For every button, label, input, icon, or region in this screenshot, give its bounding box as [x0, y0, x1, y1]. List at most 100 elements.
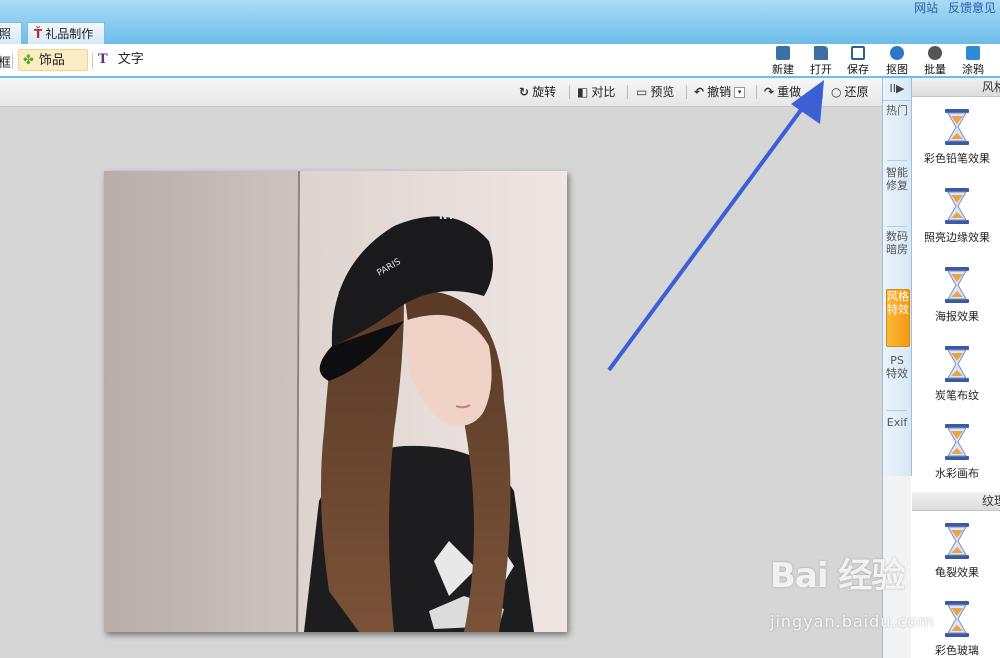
main-toolbar: 框 ✤ 饰品 T 文字 新建 打开 保存 抠图 批量 涂鸦 [0, 44, 1000, 78]
text-button[interactable]: T 文字 [98, 49, 144, 71]
effect-label: 炭笔布纹 [935, 389, 979, 402]
hourglass-icon [945, 188, 969, 224]
gear-icon [928, 46, 942, 60]
text-label: 文字 [117, 52, 144, 67]
cutout-icon [890, 46, 904, 60]
top-links: 网站 反馈意见 [908, 0, 996, 16]
rotate-icon: ↻ [519, 85, 530, 99]
doodle-label: 涂鸦 [962, 63, 984, 76]
effect-craquelure[interactable]: 龟裂效果 [912, 522, 1000, 580]
compare-button[interactable]: ◧ 对比 [577, 84, 615, 100]
folder-icon [814, 46, 828, 60]
open-label: 打开 [810, 63, 832, 76]
text-t-icon: T [98, 52, 108, 67]
subbar-divider [686, 85, 687, 99]
undo-button[interactable]: ↶ 撤销 ▾ [694, 84, 746, 100]
restore-label: 还原 [844, 85, 869, 99]
hourglass-icon [945, 346, 969, 382]
tab-divider [887, 226, 907, 227]
redo-icon: ↷ [764, 85, 775, 99]
compare-label: 对比 [591, 85, 616, 99]
tab-ps-effects[interactable]: PS特效 [886, 354, 908, 406]
effect-label: 水彩画布 [935, 467, 979, 480]
effect-label: 彩色玻璃 [935, 644, 979, 657]
effect-glowing-edges[interactable]: 照亮边缘效果 [912, 187, 1000, 245]
svg-text:NY: NY [439, 211, 455, 222]
hourglass-icon [945, 523, 969, 559]
website-link[interactable]: 网站 [914, 1, 938, 15]
effects-category-tabs: II▶ 热门 智能修复 数码暗房 风格特效 PS特效 Exif [883, 78, 912, 476]
tab-smart-repair[interactable]: 智能修复 [886, 166, 908, 222]
section-texture-header: 纹理 [912, 492, 1000, 511]
batch-button[interactable]: 批量 [917, 46, 953, 77]
tab-style-effects[interactable]: 风格特效 [886, 289, 910, 347]
preview-icon: ▭ [636, 85, 648, 99]
hourglass-icon [945, 109, 969, 145]
rotate-label: 旋转 [532, 85, 557, 99]
feedback-link[interactable]: 反馈意见 [948, 1, 996, 15]
subbar-divider [627, 85, 628, 99]
effect-label: 海报效果 [935, 310, 979, 323]
baidu-watermark: Bai 经验 jingyan.baidu.com [770, 548, 934, 631]
hourglass-icon [945, 267, 969, 303]
photo-image: PARIS NY [104, 171, 567, 632]
effect-label: 龟裂效果 [935, 566, 979, 579]
toolbar-divider [12, 53, 13, 69]
new-button[interactable]: 新建 [765, 46, 801, 77]
effect-watercolor-canvas[interactable]: 水彩画布 [912, 423, 1000, 481]
compare-icon: ◧ [577, 85, 589, 99]
redo-label: 重做 [777, 85, 802, 99]
edited-photo[interactable]: PARIS NY [104, 171, 567, 632]
hourglass-icon [945, 601, 969, 637]
subbar-divider [756, 85, 757, 99]
doodle-icon [966, 46, 980, 60]
cutout-button[interactable]: 抠图 [879, 46, 915, 77]
batch-label: 批量 [924, 63, 946, 76]
section-style-header: 风格 [912, 78, 1000, 97]
toolbar-divider [92, 53, 93, 69]
new-file-icon [776, 46, 790, 60]
watermark-brand: Bai 经验 [770, 556, 905, 596]
effect-color-pencil[interactable]: 彩色铅笔效果 [912, 108, 1000, 166]
gift-icon: Ť [34, 27, 43, 41]
image-toolbar: ↻ 旋转 ◧ 对比 ▭ 预览 ↶ 撤销 ▾ ↷ 重做 ○ 还原 [0, 78, 882, 107]
subbar-divider [569, 85, 570, 99]
preview-button[interactable]: ▭ 预览 [636, 84, 674, 100]
floppy-icon [851, 46, 865, 60]
undo-dropdown-icon[interactable]: ▾ [734, 87, 746, 98]
save-button[interactable]: 保存 [840, 46, 876, 77]
tab-exif[interactable]: Exif [886, 416, 908, 472]
tab-divider [887, 160, 907, 161]
tab-divider [887, 410, 907, 411]
rotate-button[interactable]: ↻ 旋转 [519, 84, 556, 100]
tab-hot[interactable]: 热门 [886, 104, 908, 156]
new-label: 新建 [772, 63, 794, 76]
undo-icon: ↶ [694, 85, 705, 99]
effect-charcoal-canvas[interactable]: 炭笔布纹 [912, 345, 1000, 403]
hourglass-icon [945, 424, 969, 460]
subbar-divider [822, 85, 823, 99]
decorations-button[interactable]: ✤ 饰品 [18, 49, 88, 71]
restore-button[interactable]: ○ 还原 [831, 84, 869, 100]
tab-photo[interactable]: 照 [0, 22, 22, 44]
tab-gift-label: 礼品制作 [45, 27, 94, 41]
effect-poster[interactable]: 海报效果 [912, 266, 1000, 324]
doodle-button[interactable]: 涂鸦 [955, 46, 991, 77]
open-button[interactable]: 打开 [803, 46, 839, 77]
clover-icon: ✤ [23, 53, 34, 68]
watermark-url: jingyan.baidu.com [770, 612, 935, 631]
effect-label: 照亮边缘效果 [924, 231, 990, 244]
frame-tool-partial[interactable]: 框 [0, 52, 11, 71]
collapse-panel-button[interactable]: II▶ [883, 78, 911, 101]
cutout-label: 抠图 [886, 63, 908, 76]
tab-photo-label: 照 [0, 27, 12, 41]
decorations-label: 饰品 [38, 53, 65, 68]
restore-circle-icon: ○ [831, 85, 842, 99]
redo-button[interactable]: ↷ 重做 [764, 84, 801, 100]
preview-label: 预览 [650, 85, 675, 99]
undo-label: 撤销 [707, 85, 732, 99]
effect-label: 彩色铅笔效果 [924, 152, 990, 165]
tab-digital-darkroom[interactable]: 数码暗房 [886, 230, 908, 286]
tab-gift-making[interactable]: Ť 礼品制作 [27, 22, 105, 44]
title-bar: 网站 反馈意见 照 Ť 礼品制作 [0, 0, 1000, 44]
